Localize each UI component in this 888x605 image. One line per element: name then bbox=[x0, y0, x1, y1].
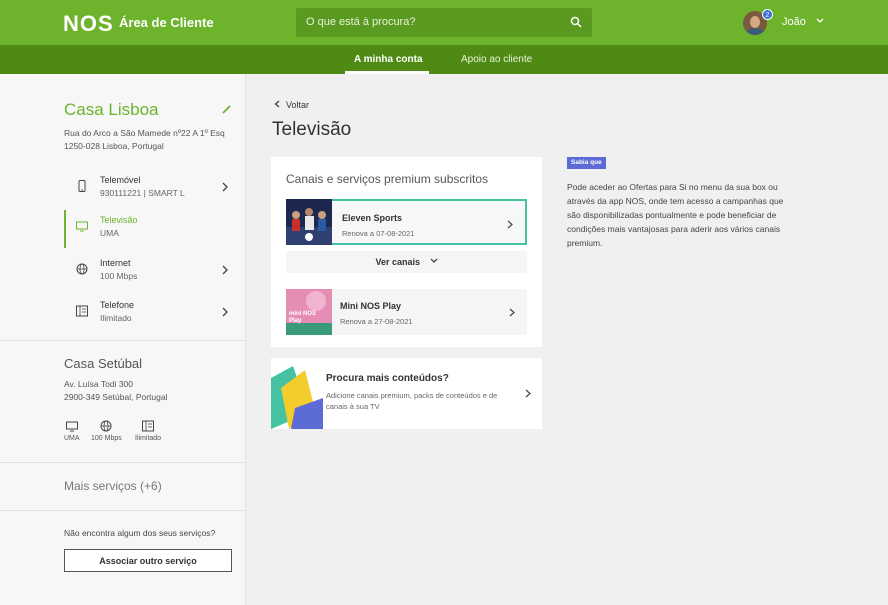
portal-title: Área de Cliente bbox=[119, 15, 214, 30]
chevron-right-icon bbox=[509, 308, 515, 317]
home2-service-internet[interactable]: 100 Mbps bbox=[91, 420, 122, 442]
notification-badge[interactable]: 2 bbox=[762, 9, 773, 20]
sidebar-item-tv[interactable]: Televisão UMA bbox=[64, 210, 246, 248]
did-you-know-text: Pode aceder ao Ofertas para Si no menu d… bbox=[567, 182, 784, 248]
chevron-right-icon bbox=[222, 182, 228, 192]
user-name[interactable]: João bbox=[782, 16, 806, 28]
tv-icon bbox=[65, 421, 78, 432]
active-tab-indicator bbox=[345, 71, 429, 74]
promo-description: Adicione canais premium, packs de conteú… bbox=[326, 391, 498, 411]
landline-phone-icon bbox=[76, 305, 88, 317]
landline-phone-icon bbox=[142, 420, 155, 432]
mini-nos-play-thumbnail: mini NOS Play bbox=[286, 289, 332, 335]
chevron-right-icon bbox=[222, 307, 228, 317]
missing-service-question: Não encontra algum dos seus serviços? bbox=[64, 528, 216, 538]
sidebar-item-sub: UMA bbox=[100, 228, 119, 238]
avatar-body bbox=[746, 28, 764, 35]
pencil-icon[interactable] bbox=[222, 105, 231, 114]
globe-icon bbox=[100, 420, 112, 432]
globe-icon bbox=[76, 263, 88, 275]
back-label: Voltar bbox=[286, 100, 310, 110]
associate-service-button[interactable]: Associar outro serviço bbox=[64, 549, 232, 572]
sidebar-item-label: Internet bbox=[100, 258, 131, 268]
page-title: Televisão bbox=[272, 119, 352, 140]
chevron-right-icon bbox=[222, 265, 228, 275]
sidebar-item-landline[interactable]: Telefone Ilimitado bbox=[64, 295, 246, 333]
chevron-down-icon[interactable] bbox=[816, 18, 824, 24]
home2-service-label: UMA bbox=[64, 435, 80, 442]
tab-my-account[interactable]: A minha conta bbox=[354, 54, 423, 65]
card-title: Canais e serviços premium subscritos bbox=[286, 172, 489, 186]
home2-address: Av. Luísa Todi 300 2900-349 Setúbal, Por… bbox=[64, 378, 168, 404]
sidebar: Casa Lisboa Rua do Arco a São Mamede nº2… bbox=[0, 74, 246, 605]
home2-title[interactable]: Casa Setúbal bbox=[64, 356, 142, 371]
item-name: Eleven Sports bbox=[342, 213, 403, 223]
chevron-left-icon bbox=[274, 100, 280, 108]
divider bbox=[0, 510, 246, 511]
item-renew-date: Renova a 27-08-2021 bbox=[340, 317, 413, 326]
did-you-know-tag: Sabia que bbox=[567, 157, 606, 169]
item-name: Mini NOS Play bbox=[340, 301, 402, 311]
home2-service-label: Ilimitado bbox=[135, 435, 162, 442]
home-address: Rua do Arco a São Mamede nº22 A 1º Esq 1… bbox=[64, 128, 225, 151]
nos-logo[interactable]: NOS bbox=[63, 11, 114, 37]
home2-service-label: 100 Mbps bbox=[91, 435, 122, 442]
sidebar-item-internet[interactable]: Internet 100 Mbps bbox=[64, 253, 246, 291]
tv-icon bbox=[76, 221, 88, 232]
promo-illustration bbox=[271, 366, 323, 429]
divider bbox=[0, 340, 246, 341]
sidebar-item-label: Telefone bbox=[100, 300, 135, 310]
more-content-promo[interactable]: Procura mais conteúdos? Adicione canais … bbox=[271, 358, 542, 429]
see-channels-label: Ver canais bbox=[375, 257, 421, 267]
subscriptions-card: Canais e serviços premium subscritos Ele… bbox=[271, 157, 542, 347]
search-input[interactable]: O que está à procura? bbox=[296, 8, 592, 37]
search-icon[interactable] bbox=[570, 16, 582, 28]
back-link[interactable]: Voltar bbox=[274, 100, 309, 110]
sub-navigation: A minha conta Apoio ao cliente bbox=[0, 45, 888, 74]
tab-customer-support[interactable]: Apoio ao cliente bbox=[461, 54, 532, 65]
search-placeholder: O que está à procura? bbox=[306, 16, 416, 28]
avatar-face bbox=[750, 16, 760, 28]
sidebar-item-sub: Ilimitado bbox=[100, 313, 132, 323]
home2-address-line: Av. Luísa Todi 300 bbox=[64, 379, 133, 389]
top-header: NOS Área de Cliente O que está à procura… bbox=[0, 0, 888, 45]
divider bbox=[0, 462, 246, 463]
mini-nos-play-logo-text: mini NOS Play bbox=[289, 311, 317, 324]
sidebar-item-label: Televisão bbox=[100, 215, 138, 225]
promo-title: Procura mais conteúdos? bbox=[326, 373, 449, 384]
subscription-item-eleven-sports[interactable]: Eleven Sports Renova a 07-08-2021 bbox=[286, 199, 527, 245]
chevron-right-icon bbox=[507, 220, 513, 229]
home2-address-line: 2900-349 Setúbal, Portugal bbox=[64, 392, 168, 402]
logo-text: NOS bbox=[63, 11, 114, 36]
subscription-item-mini-nos-play[interactable]: mini NOS Play Mini NOS Play Renova a 27-… bbox=[286, 289, 527, 335]
eleven-sports-thumbnail bbox=[286, 199, 332, 245]
home2-service-tv[interactable]: UMA bbox=[64, 420, 80, 442]
mobile-phone-icon bbox=[78, 180, 86, 192]
home-title: Casa Lisboa bbox=[64, 100, 159, 119]
chevron-down-icon bbox=[430, 258, 437, 263]
sidebar-item-mobile[interactable]: Telemóvel 930111221 | SMART L bbox=[64, 170, 246, 208]
see-channels-button[interactable]: Ver canais bbox=[286, 251, 527, 273]
sidebar-item-sub: 930111221 | SMART L bbox=[100, 188, 185, 198]
item-renew-date: Renova a 07-08-2021 bbox=[342, 229, 415, 238]
more-services-link[interactable]: Mais serviços (+6) bbox=[64, 479, 162, 493]
chevron-right-icon bbox=[525, 389, 531, 398]
home2-service-landline[interactable]: Ilimitado bbox=[135, 420, 161, 442]
sidebar-item-sub: 100 Mbps bbox=[100, 271, 138, 281]
sidebar-item-label: Telemóvel bbox=[100, 175, 141, 185]
